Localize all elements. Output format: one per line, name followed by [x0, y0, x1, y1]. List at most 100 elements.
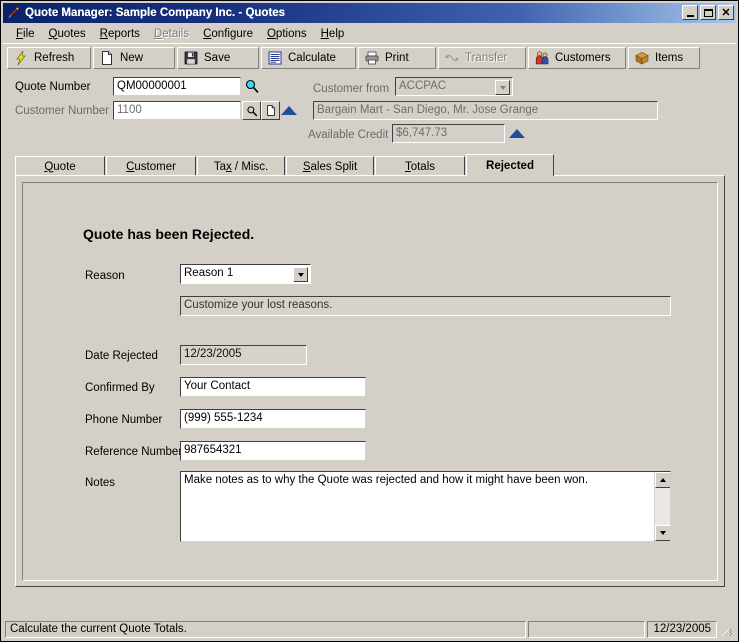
status-date: 12/23/2005: [647, 620, 717, 638]
toolbar-button-refresh[interactable]: Refresh: [7, 46, 91, 69]
toolbar-label-new: New: [120, 51, 144, 64]
confirmed-by-input[interactable]: Your Contact: [180, 377, 366, 397]
tab-label-customer: ustomer: [134, 160, 176, 173]
customer-from-combo[interactable]: ACCPAC: [395, 77, 513, 96]
status-middle-cell: [528, 620, 646, 638]
menu-item-reports[interactable]: Reports: [93, 26, 147, 42]
chevron-down-icon[interactable]: [495, 80, 510, 95]
menu-item-options[interactable]: Options: [260, 26, 314, 42]
toolbar-button-new[interactable]: New: [93, 46, 175, 69]
toolbar-label-calculate: Calculate: [288, 51, 336, 64]
maximize-button[interactable]: [700, 5, 716, 20]
tab-page-rejected: Quote has been Rejected. Reason Reason 1…: [15, 175, 725, 587]
customer-number-label: Customer Number: [15, 105, 109, 117]
menu-label-details: etails: [162, 27, 190, 40]
page-icon: [99, 50, 115, 66]
quote-number-label: Quote Number: [15, 81, 91, 93]
menu-item-configure[interactable]: Configure: [196, 26, 260, 42]
toolbar-label-transfer: Transfer: [465, 51, 508, 64]
lightning-icon: [13, 50, 29, 66]
menu-item-quotes[interactable]: Quotes: [42, 26, 93, 42]
toolbar-button-customers[interactable]: Customers: [528, 46, 626, 69]
toolbar-button-save[interactable]: Save: [177, 46, 259, 69]
scroll-up-icon[interactable]: [655, 472, 670, 488]
status-message: Calculate the current Quote Totals.: [5, 620, 527, 638]
box-icon: [634, 50, 650, 66]
tab-label-tax-misc: / Misc.: [231, 160, 269, 173]
toolbar-button-transfer: Transfer: [438, 46, 526, 69]
quote-number-search-icon[interactable]: [244, 78, 260, 94]
toolbar-label-print: Print: [385, 51, 409, 64]
date-rejected-label: Date Rejected: [85, 350, 158, 362]
toolbar-label-save: Save: [204, 51, 231, 64]
tab-sales-split[interactable]: Sales Split: [286, 156, 374, 176]
customer-from-value: ACCPAC: [399, 80, 447, 92]
toolbar-button-print[interactable]: Print: [358, 46, 436, 69]
transfer-icon: [444, 50, 460, 66]
quote-manager-window: Quote Manager: Sample Company Inc. - Quo…: [0, 0, 739, 642]
window-title: Quote Manager: Sample Company Inc. - Quo…: [25, 7, 286, 19]
notes-scrollbar[interactable]: [654, 472, 670, 541]
tab-quote[interactable]: Quote: [15, 156, 105, 176]
toolbar-label-refresh: Refresh: [34, 51, 75, 64]
menu-label-options: ptions: [275, 27, 307, 40]
floppy-disk-icon: [183, 50, 199, 66]
tab-label-sales-split: ales Split: [310, 160, 358, 173]
reason-label: Reason: [85, 270, 125, 282]
resize-grip-icon[interactable]: [720, 622, 734, 637]
menu-label-quotes: uotes: [57, 27, 86, 40]
phone-number-input[interactable]: (999) 555-1234: [180, 409, 366, 429]
rocket-icon: [5, 5, 21, 21]
toolbar-label-customers: Customers: [555, 51, 611, 64]
close-button[interactable]: ✕: [718, 5, 734, 20]
available-credit-field: $6,747.73: [392, 124, 505, 143]
customers-icon: [534, 50, 550, 66]
notes-label: Notes: [85, 477, 116, 489]
date-rejected-field: 12/23/2005: [180, 345, 307, 365]
notes-textarea[interactable]: Make notes as to why the Quote was rejec…: [180, 471, 671, 542]
tab-label-totals: otals: [410, 160, 436, 173]
toolbar-button-items[interactable]: Items: [628, 46, 700, 69]
header-form: Quote Number QM00000001 Customer Number …: [3, 71, 736, 151]
tab-customer[interactable]: Customer: [106, 156, 196, 176]
menu-label-file: ile: [23, 27, 35, 40]
minimize-button[interactable]: [682, 5, 698, 20]
window-controls: ✕: [682, 5, 734, 20]
credit-expand-triangle-icon[interactable]: [509, 129, 525, 138]
menu-bar: File Quotes Reports Details Configure Op…: [3, 24, 736, 43]
menu-label-configure: onfigure: [211, 27, 253, 40]
reference-number-label: Reference Number: [85, 446, 183, 458]
toolbar-label-items: Items: [655, 51, 684, 64]
tab-label-quote: uote: [53, 160, 76, 173]
scroll-down-icon[interactable]: [655, 525, 670, 541]
notes-value: Make notes as to why the Quote was rejec…: [184, 474, 589, 486]
phone-number-label: Phone Number: [85, 414, 163, 426]
menu-item-details: Details: [153, 27, 190, 40]
reason-value: Reason 1: [184, 267, 234, 279]
page-title: Quote has been Rejected.: [83, 226, 255, 242]
customer-expand-triangle-icon[interactable]: [281, 106, 297, 115]
chevron-down-icon[interactable]: [293, 267, 308, 282]
toolbar-button-calculate[interactable]: Calculate: [261, 46, 356, 69]
tab-label-rejected: Rejected: [486, 159, 534, 172]
customer-number-input[interactable]: 1100: [113, 101, 241, 120]
confirmed-by-label: Confirmed By: [85, 382, 155, 394]
quote-number-input[interactable]: QM00000001: [113, 77, 241, 96]
tab-tax-misc[interactable]: Tax / Misc.: [197, 156, 285, 176]
tab-totals[interactable]: Totals: [375, 156, 465, 176]
toolbar: Refresh New Save Calculate Print Transfe…: [3, 43, 736, 71]
customer-search-button[interactable]: [242, 101, 261, 120]
customer-detail-button[interactable]: [261, 101, 280, 120]
available-credit-label: Available Credit: [308, 129, 389, 141]
menu-item-help[interactable]: Help: [314, 26, 352, 42]
menu-item-file[interactable]: File: [9, 26, 42, 42]
tab-rejected[interactable]: Rejected: [466, 154, 554, 176]
status-bar: Calculate the current Quote Totals. 12/2…: [3, 619, 736, 639]
reference-number-input[interactable]: 987654321: [180, 441, 366, 461]
rejected-panel: Quote has been Rejected. Reason Reason 1…: [22, 182, 718, 581]
reason-combo[interactable]: Reason 1: [180, 264, 311, 284]
tab-strip: Quote Customer Tax / Misc. Sales Split T…: [15, 154, 725, 176]
reason-hint-field: Customize your lost reasons.: [180, 296, 671, 316]
title-bar[interactable]: Quote Manager: Sample Company Inc. - Quo…: [3, 3, 736, 23]
customer-name-field: Bargain Mart - San Diego, Mr. Jose Grang…: [313, 101, 658, 120]
